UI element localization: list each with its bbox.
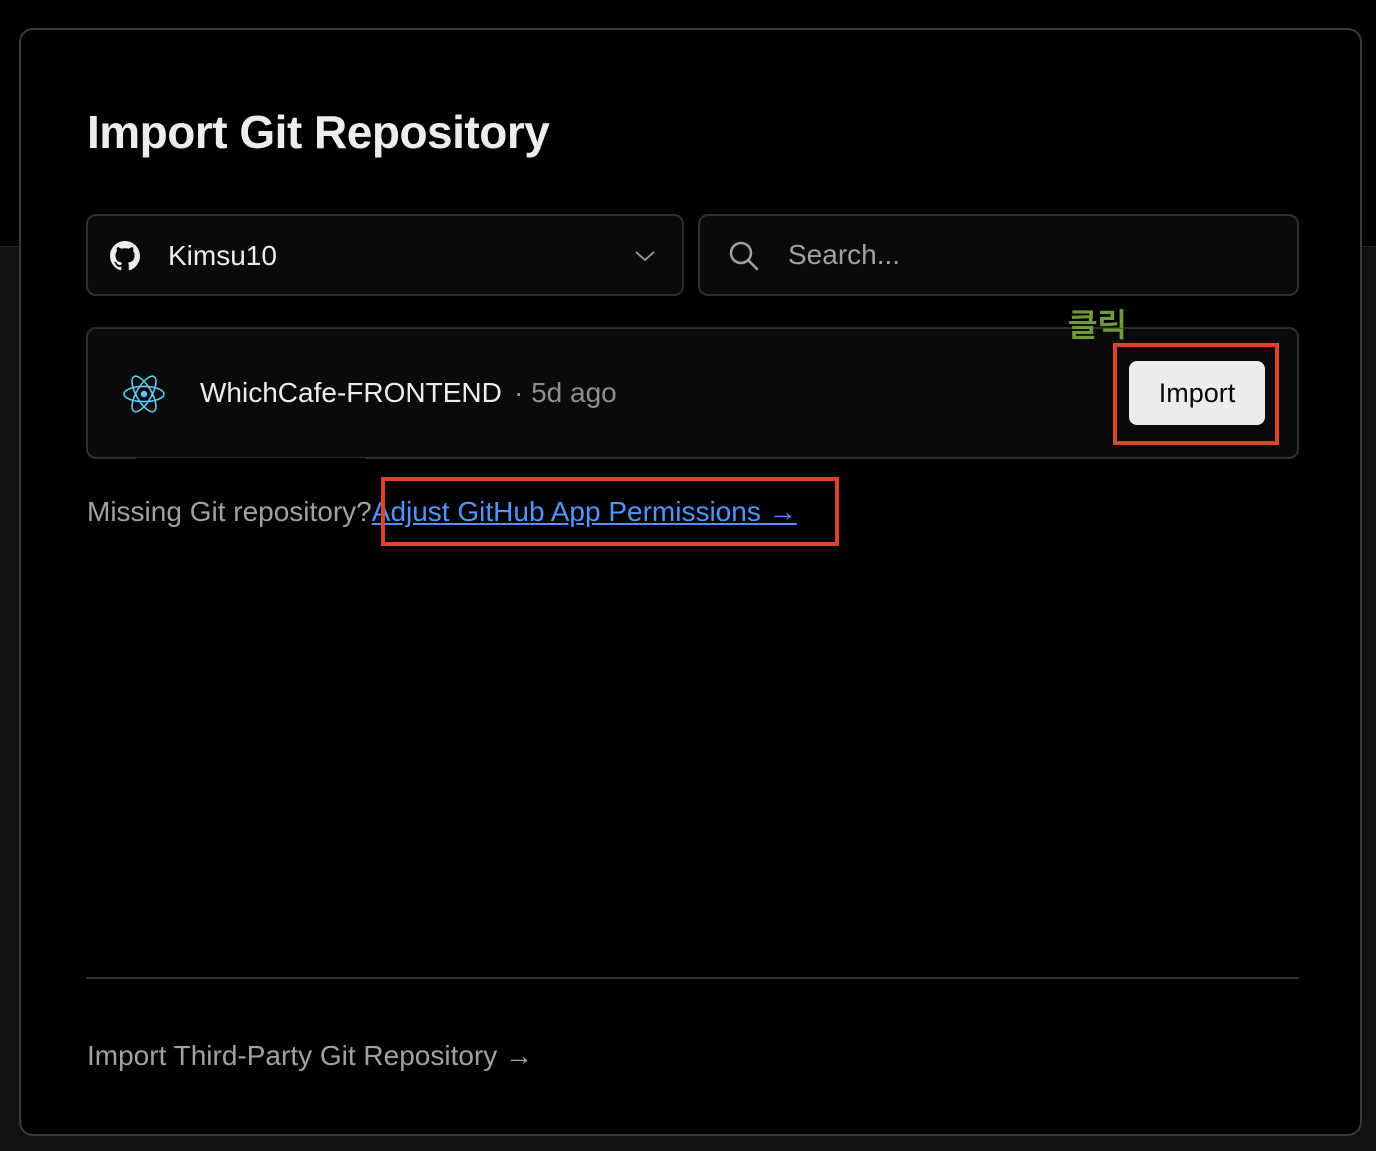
search-icon [729, 241, 759, 271]
account-select[interactable]: Kimsu10 [86, 214, 684, 296]
click-annotation-label: 클릭 [1068, 306, 1127, 344]
react-icon [123, 375, 165, 413]
dialog-title: Import Git Repository [87, 106, 550, 158]
search-input[interactable] [788, 226, 1278, 284]
import-third-party-link[interactable]: Import Third-Party Git Repository → [87, 1036, 533, 1076]
link-highlight-box [381, 477, 839, 546]
divider [86, 977, 1299, 979]
search-field [698, 214, 1299, 296]
repo-name: WhichCafe-FRONTEND [200, 377, 502, 408]
import-dialog: Import Git Repository Kimsu10 Search... … [19, 28, 1362, 1136]
redaction-strip [136, 458, 366, 464]
repo-updated-time: · 5d ago [514, 377, 617, 408]
import-highlight-box [1113, 343, 1279, 445]
chevron-down-icon [635, 251, 655, 262]
github-icon [110, 241, 140, 271]
account-name: Kimsu10 [168, 240, 277, 271]
missing-repo-text: Missing Git repository? [87, 496, 372, 527]
